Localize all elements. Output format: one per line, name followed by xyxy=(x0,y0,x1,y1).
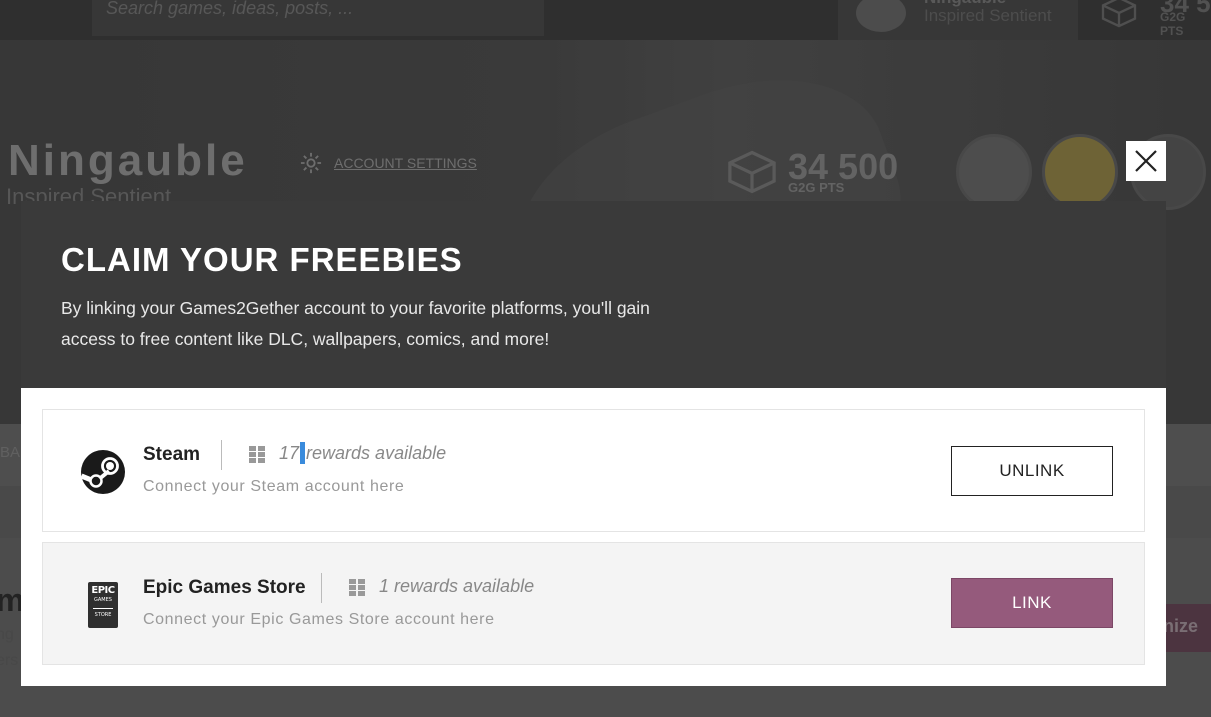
link-button[interactable]: LINK xyxy=(951,578,1113,628)
platform-name: Epic Games Store xyxy=(143,577,306,598)
steam-logo-icon xyxy=(79,448,127,496)
modal-header: CLAIM YOUR FREEBIES By linking your Game… xyxy=(21,201,1166,388)
platform-card-steam: Steam 17 rewards available Connect your S… xyxy=(42,409,1145,532)
platform-subtitle: Connect your Epic Games Store account he… xyxy=(143,611,495,628)
divider xyxy=(321,573,322,603)
rewards-count-text: 17 rewards available xyxy=(279,441,447,464)
close-button[interactable] xyxy=(1126,141,1166,181)
gift-icon xyxy=(249,445,265,463)
platform-subtitle: Connect your Steam account here xyxy=(143,478,405,495)
rewards-info: 17 rewards available xyxy=(249,441,447,464)
text-caret xyxy=(300,441,306,464)
rewards-info: 1 rewards available xyxy=(349,576,534,597)
unlink-button[interactable]: UNLINK xyxy=(951,446,1113,496)
divider xyxy=(221,440,222,470)
claim-freebies-modal: CLAIM YOUR FREEBIES By linking your Game… xyxy=(21,201,1166,686)
modal-description: By linking your Games2Gether account to … xyxy=(61,298,650,349)
close-icon xyxy=(1135,150,1157,172)
modal-title: CLAIM YOUR FREEBIES xyxy=(61,241,463,278)
rewards-count-text: 1 rewards available xyxy=(379,576,535,596)
platform-card-epic: EPIC GAMES STORE Epic Games Store 1 rewa… xyxy=(42,542,1145,665)
platform-name: Steam xyxy=(143,444,201,465)
epic-games-logo-icon: EPIC GAMES STORE xyxy=(79,581,127,629)
gift-icon xyxy=(349,578,365,596)
